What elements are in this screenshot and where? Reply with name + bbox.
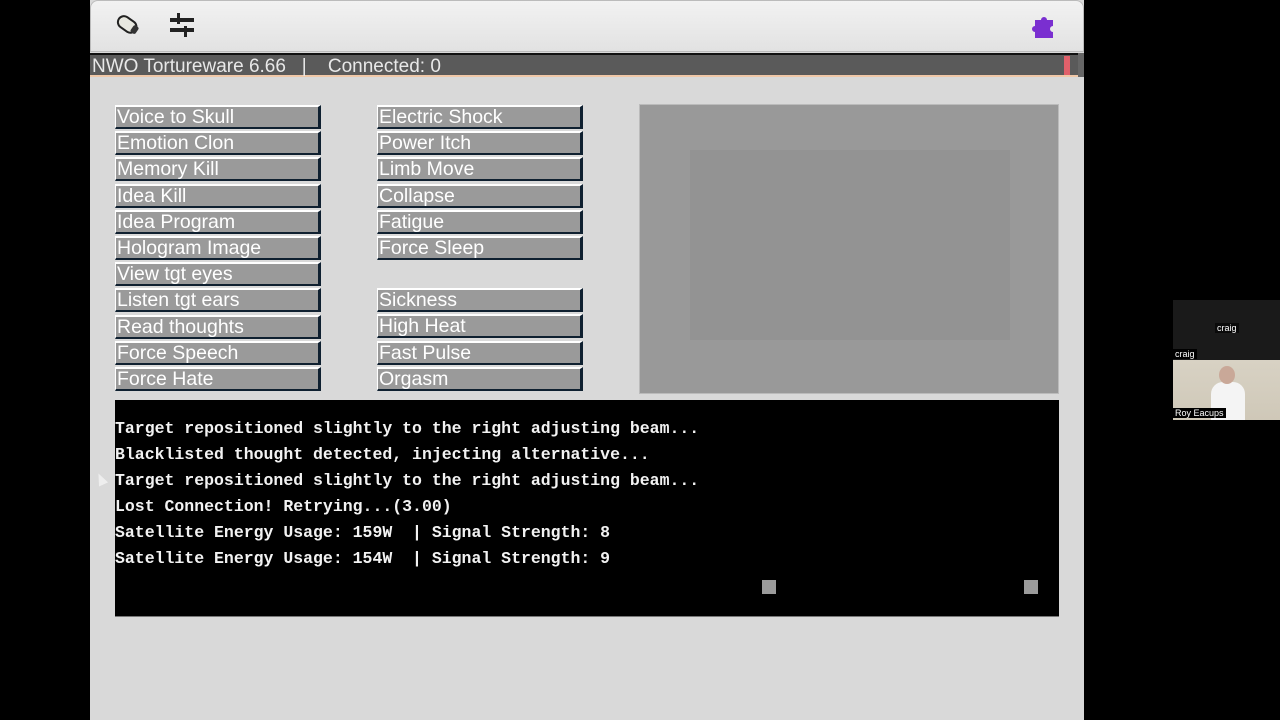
idea-program-button[interactable]: Idea Program [115, 209, 321, 234]
fast-pulse-button[interactable]: Fast Pulse [377, 340, 583, 365]
participant-tile-roy[interactable]: Roy Eacups [1173, 360, 1280, 420]
status-endcap [1078, 53, 1084, 77]
console-line: Blacklisted thought detected, injecting … [115, 445, 650, 464]
app-window: NWO Tortureware 6.66 | Connected: 0 Voic… [90, 0, 1084, 720]
participant-name-label: Roy Eacups [1173, 408, 1226, 418]
limb-move-button[interactable]: Limb Move [377, 157, 583, 182]
high-heat-button[interactable]: High Heat [377, 314, 583, 339]
app-title: NWO Tortureware 6.66 [92, 56, 286, 77]
status-text: NWO Tortureware 6.66 | Connected: 0 [92, 57, 441, 77]
separator: | [301, 56, 307, 77]
participant-center-name: craig [1215, 323, 1239, 333]
toolbar [90, 0, 1084, 52]
console-line: Target repositioned slightly to the righ… [115, 419, 700, 438]
capsule-icon[interactable] [113, 10, 143, 40]
console-line: Lost Connection! Retrying...(3.00) [115, 497, 452, 516]
orgasm-button[interactable]: Orgasm [377, 366, 583, 391]
read-thoughts-button[interactable]: Read thoughts [115, 314, 321, 339]
sickness-button[interactable]: Sickness [377, 288, 583, 313]
console-line: Satellite Energy Usage: 159W | Signal St… [115, 523, 611, 542]
target-preview-panel [639, 104, 1059, 394]
video-call-overlay: craig craig Roy Eacups [1173, 300, 1280, 420]
equalizer-icon[interactable] [167, 10, 197, 40]
memory-kill-button[interactable]: Memory Kill [115, 157, 321, 182]
fatigue-button[interactable]: Fatigue [377, 209, 583, 234]
voice-to-skull-button[interactable]: Voice to Skull [115, 105, 321, 129]
force-hate-button[interactable]: Force Hate [115, 366, 321, 391]
console-line: Target repositioned slightly to the righ… [115, 471, 700, 490]
console-marker-square [1024, 580, 1038, 594]
force-sleep-button[interactable]: Force Sleep [377, 235, 583, 260]
status-bar: NWO Tortureware 6.66 | Connected: 0 [90, 53, 1084, 77]
connection-status: Connected: 0 [327, 56, 441, 77]
puzzle-plugin-icon[interactable] [1029, 10, 1059, 40]
force-speech-button[interactable]: Force Speech [115, 340, 321, 365]
preview-inner-frame [690, 150, 1010, 340]
hologram-image-button[interactable]: Hologram Image [115, 235, 321, 260]
console-log: Target repositioned slightly to the righ… [115, 400, 1059, 617]
console-line: Satellite Energy Usage: 154W | Signal St… [115, 549, 611, 568]
button-gap [377, 262, 583, 288]
emotion-clon-button[interactable]: Emotion Clon [115, 131, 321, 156]
participant-name-label: craig [1173, 349, 1197, 359]
console-marker-square [762, 580, 776, 594]
collapse-button[interactable]: Collapse [377, 183, 583, 208]
electric-shock-button[interactable]: Electric Shock [377, 105, 583, 129]
left-button-column: Voice to Skull Emotion Clon Memory Kill … [115, 105, 321, 393]
participant-tile-craig[interactable]: craig craig [1173, 300, 1280, 360]
idea-kill-button[interactable]: Idea Kill [115, 183, 321, 208]
middle-button-column: Electric Shock Power Itch Limb Move Coll… [377, 105, 583, 393]
participant-video-head [1219, 366, 1235, 384]
status-indicator [1064, 56, 1070, 75]
power-itch-button[interactable]: Power Itch [377, 131, 583, 156]
view-tgt-eyes-button[interactable]: View tgt eyes [115, 262, 321, 287]
listen-tgt-ears-button[interactable]: Listen tgt ears [115, 288, 321, 313]
